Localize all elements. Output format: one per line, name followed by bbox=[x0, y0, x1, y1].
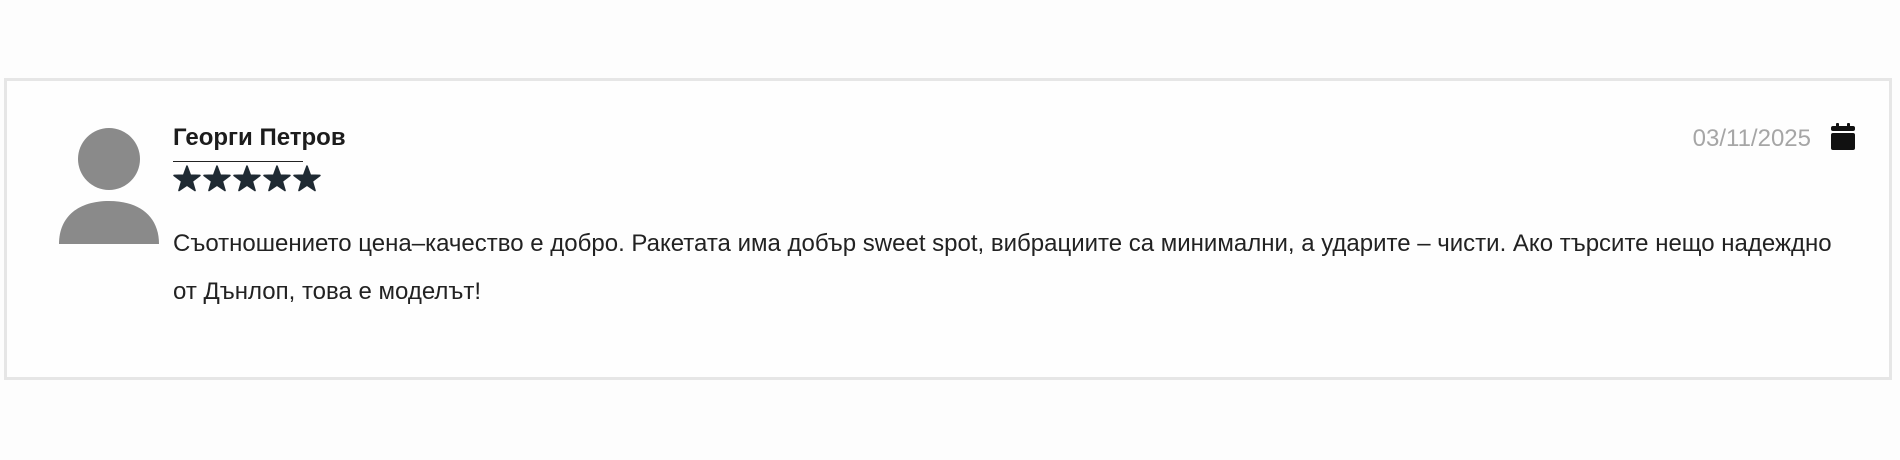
calendar-icon bbox=[1831, 123, 1855, 150]
star-rating bbox=[173, 165, 321, 195]
star-icon bbox=[293, 165, 321, 192]
review-text: Съотношението цена–качество е добро. Рак… bbox=[173, 230, 1832, 305]
author-underline bbox=[173, 161, 303, 162]
review-author-name: Георги Петров bbox=[173, 124, 346, 151]
review-card: Георги Петров 03/11/2025 Съотношението ц… bbox=[4, 78, 1892, 380]
review-date: 03/11/2025 bbox=[1692, 125, 1811, 152]
star-icon bbox=[233, 165, 261, 192]
user-avatar-icon bbox=[59, 128, 159, 244]
star-icon bbox=[173, 165, 201, 192]
star-icon bbox=[263, 165, 291, 192]
star-icon bbox=[203, 165, 231, 192]
